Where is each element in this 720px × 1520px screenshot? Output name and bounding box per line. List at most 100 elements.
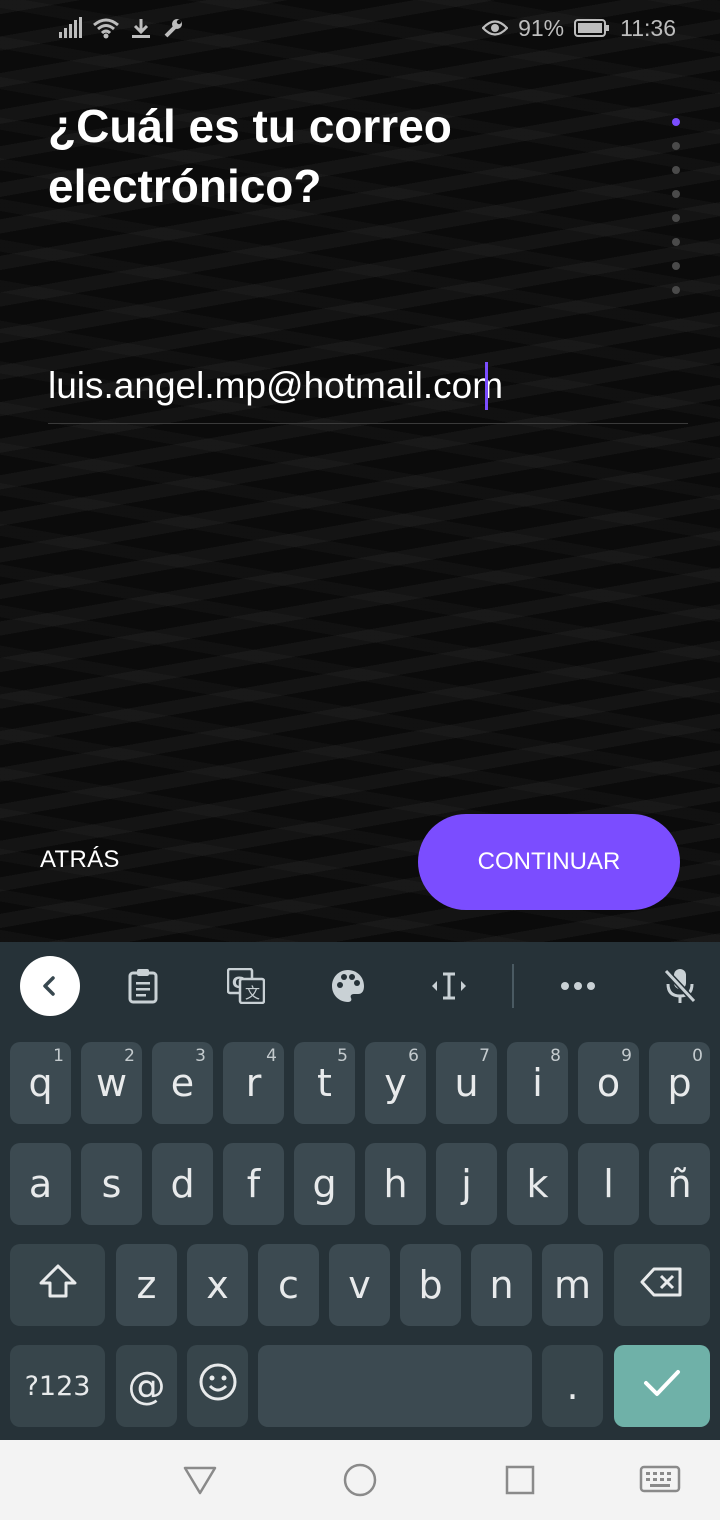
key-j[interactable]: j xyxy=(436,1143,497,1225)
key-r[interactable]: r4 xyxy=(223,1042,284,1124)
clock: 11:36 xyxy=(620,14,676,41)
key-w[interactable]: w2 xyxy=(81,1042,142,1124)
key-z[interactable]: z xyxy=(116,1244,177,1326)
key-hint: 3 xyxy=(195,1046,206,1066)
translate-icon[interactable]: G文 xyxy=(216,956,276,1016)
signal-icon xyxy=(58,17,82,39)
wifi-icon xyxy=(92,17,120,39)
step-dot-active xyxy=(672,118,680,126)
key-o[interactable]: o9 xyxy=(578,1042,639,1124)
battery-percent: 91% xyxy=(518,14,565,41)
key-n[interactable]: n xyxy=(471,1244,532,1326)
key-letter: t xyxy=(317,1061,332,1105)
key-hint: 4 xyxy=(266,1046,277,1066)
key-hint: 1 xyxy=(53,1046,64,1066)
recents-icon[interactable] xyxy=(498,1458,542,1502)
collapse-icon[interactable] xyxy=(20,956,80,1016)
app-screen: 91% 11:36 ¿Cuál es tu correo electrónico… xyxy=(0,0,720,942)
key-m[interactable]: m xyxy=(542,1244,603,1326)
check-icon xyxy=(642,1364,682,1408)
key-hint: 8 xyxy=(550,1046,561,1066)
emoji-key[interactable] xyxy=(187,1345,248,1427)
key-hint: 9 xyxy=(621,1046,632,1066)
email-field-wrapper xyxy=(48,356,688,424)
key-i[interactable]: i8 xyxy=(507,1042,568,1124)
battery-icon xyxy=(574,18,610,38)
cursor-icon[interactable] xyxy=(419,956,479,1016)
status-right: 91% 11:36 xyxy=(482,15,676,42)
key-letter: p xyxy=(667,1061,692,1105)
space-key[interactable] xyxy=(258,1345,532,1427)
key-hint: 7 xyxy=(479,1046,490,1066)
period-key[interactable]: . xyxy=(542,1345,603,1427)
mic-off-icon[interactable] xyxy=(650,956,710,1016)
key-p[interactable]: p0 xyxy=(649,1042,710,1124)
text-cursor xyxy=(485,362,488,410)
keyboard-icon[interactable] xyxy=(638,1458,682,1502)
keyboard: G文 q1 w2 e3 r4 t5 y6 u7 i8 o9 p0 a s d f… xyxy=(0,942,720,1440)
step-indicator xyxy=(672,118,682,294)
key-letter: u xyxy=(454,1061,479,1105)
key-g[interactable]: g xyxy=(294,1143,355,1225)
key-s[interactable]: s xyxy=(81,1143,142,1225)
wrench-icon xyxy=(162,17,184,39)
key-u[interactable]: u7 xyxy=(436,1042,497,1124)
key-a[interactable]: a xyxy=(10,1143,71,1225)
status-left xyxy=(58,17,184,39)
emoji-icon xyxy=(198,1362,238,1411)
status-bar: 91% 11:36 xyxy=(0,0,720,56)
more-icon[interactable] xyxy=(548,956,608,1016)
key-b[interactable]: b xyxy=(400,1244,461,1326)
key-l[interactable]: l xyxy=(578,1143,639,1225)
shift-key[interactable] xyxy=(10,1244,105,1326)
key-q[interactable]: q1 xyxy=(10,1042,71,1124)
key-hint: 0 xyxy=(692,1046,703,1066)
key-t[interactable]: t5 xyxy=(294,1042,355,1124)
step-dot xyxy=(672,142,680,150)
back-icon[interactable] xyxy=(178,1458,222,1502)
key-y[interactable]: y6 xyxy=(365,1042,426,1124)
palette-icon[interactable] xyxy=(318,956,378,1016)
key-d[interactable]: d xyxy=(152,1143,213,1225)
email-field[interactable] xyxy=(48,356,688,416)
home-icon[interactable] xyxy=(338,1458,382,1502)
step-dot xyxy=(672,190,680,198)
key-v[interactable]: v xyxy=(329,1244,390,1326)
continue-button[interactable]: CONTINUAR xyxy=(418,814,680,910)
toolbar-separator xyxy=(512,964,514,1008)
navigation-bar xyxy=(0,1440,720,1520)
enter-key[interactable] xyxy=(614,1345,710,1427)
step-dot xyxy=(672,262,680,270)
key-h[interactable]: h xyxy=(365,1143,426,1225)
backspace-icon xyxy=(640,1263,684,1307)
key-hint: 6 xyxy=(408,1046,419,1066)
clipboard-icon[interactable] xyxy=(113,956,173,1016)
at-key[interactable]: @ xyxy=(116,1345,177,1427)
symbols-key[interactable]: ?123 xyxy=(10,1345,105,1427)
key-hint: 5 xyxy=(337,1046,348,1066)
key-letter: o xyxy=(596,1061,621,1105)
backspace-key[interactable] xyxy=(614,1244,710,1326)
eye-icon xyxy=(482,19,509,37)
key-letter: w xyxy=(95,1061,128,1105)
svg-text:文: 文 xyxy=(245,984,260,1002)
key-f[interactable]: f xyxy=(223,1143,284,1225)
key-letter: i xyxy=(532,1061,543,1105)
key-letter: y xyxy=(384,1061,407,1105)
download-icon xyxy=(130,17,152,39)
key-letter: q xyxy=(28,1061,53,1105)
step-dot xyxy=(672,286,680,294)
shift-icon xyxy=(38,1263,78,1308)
keyboard-toolbar: G文 xyxy=(0,942,720,1032)
back-button[interactable]: ATRÁS xyxy=(40,846,120,874)
key-k[interactable]: k xyxy=(507,1143,568,1225)
step-dot xyxy=(672,238,680,246)
key-hint: 2 xyxy=(124,1046,135,1066)
key-x[interactable]: x xyxy=(187,1244,248,1326)
key-n-tilde[interactable]: ñ xyxy=(649,1143,710,1225)
key-e[interactable]: e3 xyxy=(152,1042,213,1124)
key-letter: e xyxy=(170,1061,195,1105)
step-dot xyxy=(672,166,680,174)
page-title: ¿Cuál es tu correo electrónico? xyxy=(48,100,452,212)
key-c[interactable]: c xyxy=(258,1244,319,1326)
